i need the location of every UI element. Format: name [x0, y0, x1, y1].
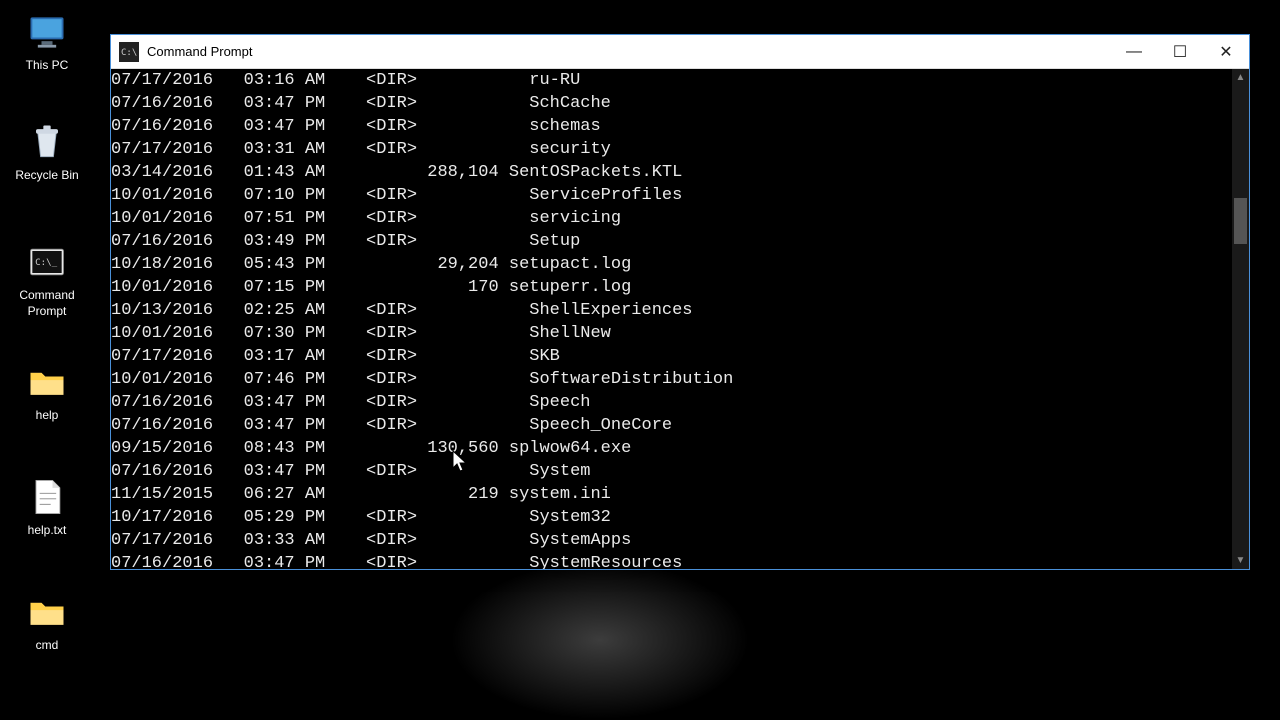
desktop-icon-help-txt[interactable]: help.txt — [2, 475, 92, 539]
this-pc-icon — [25, 10, 69, 54]
dir-listing-row: 07/16/2016 03:47 PM <DIR> SystemResource… — [111, 552, 1232, 569]
minimize-button[interactable]: — — [1111, 35, 1157, 68]
dir-listing-row: 10/01/2016 07:30 PM <DIR> ShellNew — [111, 322, 1232, 345]
window-controls: — ☐ ✕ — [1111, 35, 1249, 68]
scrollbar-up-arrow-icon[interactable]: ▲ — [1232, 69, 1249, 86]
desktop-icon-label: cmd — [2, 638, 92, 654]
dir-listing-row: 03/14/2016 01:43 AM 288,104 SentOSPacket… — [111, 161, 1232, 184]
dir-listing-row: 11/15/2015 06:27 AM 219 system.ini — [111, 483, 1232, 506]
dir-listing-row: 07/16/2016 03:47 PM <DIR> Speech_OneCore — [111, 414, 1232, 437]
scrollbar-track[interactable] — [1232, 86, 1249, 552]
desktop-icon-label: help — [2, 408, 92, 424]
desktop-icon-cmd-folder[interactable]: cmd — [2, 590, 92, 654]
dir-listing-row: 07/17/2016 03:31 AM <DIR> security — [111, 138, 1232, 161]
svg-text:C:\_: C:\_ — [35, 257, 58, 268]
desktop-icon-recycle-bin[interactable]: Recycle Bin — [2, 120, 92, 184]
window-title: Command Prompt — [147, 44, 1111, 59]
minimize-icon: — — [1126, 43, 1142, 61]
dir-listing-row: 10/01/2016 07:10 PM <DIR> ServiceProfile… — [111, 184, 1232, 207]
desktop-icon-label: This PC — [2, 58, 92, 74]
dir-listing-row: 07/16/2016 03:47 PM <DIR> Speech — [111, 391, 1232, 414]
terminal-output[interactable]: 07/17/2016 03:16 AM <DIR> ru-RU07/16/201… — [111, 69, 1232, 569]
command-prompt-icon: C:\_ — [25, 240, 69, 284]
desktop-icon-command-prompt[interactable]: C:\_ Command Prompt — [2, 240, 92, 319]
desktop-icon-this-pc[interactable]: This PC — [2, 10, 92, 74]
desktop-icon-help-folder[interactable]: help — [2, 360, 92, 424]
dir-listing-row: 07/17/2016 03:16 AM <DIR> ru-RU — [111, 69, 1232, 92]
dir-listing-row: 10/17/2016 05:29 PM <DIR> System32 — [111, 506, 1232, 529]
command-prompt-app-icon: C:\ — [119, 42, 139, 62]
dir-listing-row: 09/15/2016 08:43 PM 130,560 splwow64.exe — [111, 437, 1232, 460]
close-button[interactable]: ✕ — [1203, 35, 1249, 68]
dir-listing-row: 07/16/2016 03:47 PM <DIR> System — [111, 460, 1232, 483]
terminal-wrapper: 07/17/2016 03:16 AM <DIR> ru-RU07/16/201… — [111, 69, 1249, 569]
close-icon: ✕ — [1219, 42, 1232, 62]
maximize-icon: ☐ — [1173, 42, 1187, 62]
scrollbar-down-arrow-icon[interactable]: ▼ — [1232, 552, 1249, 569]
command-prompt-window[interactable]: C:\ Command Prompt — ☐ ✕ 07/17/2016 03:1… — [110, 34, 1250, 570]
dir-listing-row: 10/01/2016 07:46 PM <DIR> SoftwareDistri… — [111, 368, 1232, 391]
recycle-bin-icon — [25, 120, 69, 164]
dir-listing-row: 07/17/2016 03:33 AM <DIR> SystemApps — [111, 529, 1232, 552]
dir-listing-row: 07/16/2016 03:47 PM <DIR> schemas — [111, 115, 1232, 138]
dir-listing-row: 10/13/2016 02:25 AM <DIR> ShellExperienc… — [111, 299, 1232, 322]
svg-text:C:\: C:\ — [121, 48, 137, 58]
dir-listing-row: 10/18/2016 05:43 PM 29,204 setupact.log — [111, 253, 1232, 276]
desktop-icon-label: Recycle Bin — [2, 168, 92, 184]
dir-listing-row: 07/16/2016 03:49 PM <DIR> Setup — [111, 230, 1232, 253]
folder-icon — [25, 590, 69, 634]
scrollbar-thumb[interactable] — [1234, 198, 1247, 245]
dir-listing-row: 07/17/2016 03:17 AM <DIR> SKB — [111, 345, 1232, 368]
desktop-icon-label: help.txt — [2, 523, 92, 539]
dir-listing-row: 10/01/2016 07:15 PM 170 setuperr.log — [111, 276, 1232, 299]
maximize-button[interactable]: ☐ — [1157, 35, 1203, 68]
folder-icon — [25, 360, 69, 404]
desktop-icon-label: Command Prompt — [2, 288, 92, 319]
dir-listing-row: 10/01/2016 07:51 PM <DIR> servicing — [111, 207, 1232, 230]
window-titlebar[interactable]: C:\ Command Prompt — ☐ ✕ — [111, 35, 1249, 69]
dir-listing-row: 07/16/2016 03:47 PM <DIR> SchCache — [111, 92, 1232, 115]
text-file-icon — [25, 475, 69, 519]
wallpaper-glow — [450, 560, 750, 720]
terminal-scrollbar[interactable]: ▲ ▼ — [1232, 69, 1249, 569]
